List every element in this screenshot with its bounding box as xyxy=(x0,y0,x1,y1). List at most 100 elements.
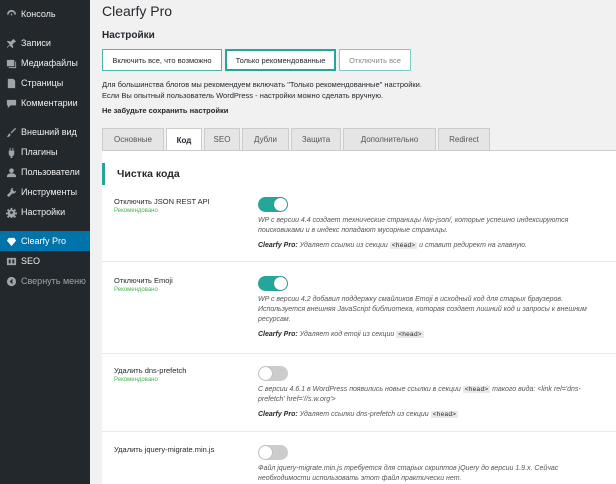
admin-sidebar: Консоль Записи Медиафайлы Страницы Комме… xyxy=(0,0,90,484)
sidebar-item-label: Медиафайлы xyxy=(21,58,78,68)
setting-label: Отключить Emoji xyxy=(114,276,173,285)
sidebar-item-label: Пользователи xyxy=(21,167,80,177)
recommended-badge: Рекомендовано xyxy=(114,377,158,383)
description-text: WP с версии 4.4 создает технические стра… xyxy=(258,217,569,234)
setting-label: Удалить jquery-migrate.min.js xyxy=(114,445,215,454)
action-text: и ставит редирект на главную. xyxy=(419,242,527,249)
settings-icon xyxy=(5,206,17,218)
brush-icon xyxy=(5,126,17,138)
sidebar-item-users[interactable]: Пользователи xyxy=(0,162,90,182)
save-reminder: Не забудьте сохранить настройки xyxy=(102,106,229,115)
toggle-knob xyxy=(259,367,272,380)
action-text: Удаляет ссылки dns-prefetch из секции xyxy=(299,411,429,418)
seo-icon xyxy=(5,255,17,267)
brand-label: Clearfy Pro: xyxy=(258,411,298,418)
sidebar-item-label: Настройки xyxy=(21,207,66,217)
plugin-icon xyxy=(5,146,17,158)
user-icon xyxy=(5,166,17,178)
code-snippet: <head> xyxy=(389,242,418,249)
setting-description: Файл jquery-migrate.min.js требуется для… xyxy=(258,464,603,484)
disable-all-button[interactable]: Отключить все xyxy=(339,49,411,71)
recommended-badge: Рекомендовано xyxy=(114,287,158,293)
enable-all-button[interactable]: Включить все, что возможно xyxy=(102,49,222,71)
action-text: Удаляет ссылки из секции xyxy=(299,242,388,249)
sidebar-item-label: Комментарии xyxy=(21,98,78,108)
clearfy-action: Clearfy Pro: Удаляет ссылки dns-prefetch… xyxy=(258,410,603,420)
note-line: Если Вы опытный пользователь WordPress -… xyxy=(102,91,384,100)
emoji-toggle[interactable] xyxy=(258,276,288,291)
note-line: Для большинства блогов мы рекомендуем вк… xyxy=(102,80,422,89)
sidebar-item-plugins[interactable]: Плагины xyxy=(0,142,90,162)
setting-label: Отключить JSON REST API xyxy=(114,197,210,206)
recommended-only-button[interactable]: Только рекомендованные xyxy=(225,49,336,71)
recommended-badge: Рекомендовано xyxy=(114,208,158,214)
sidebar-item-label: Страницы xyxy=(21,78,64,88)
setting-label: Удалить dns-prefetch xyxy=(114,366,187,375)
sidebar-item-label: Clearfy Pro xyxy=(21,236,67,246)
sidebar-item-appearance[interactable]: Внешний вид xyxy=(0,122,90,142)
description-part: С версии 4.6.1 в WordPress появились нов… xyxy=(258,386,461,393)
sidebar-item-dashboard[interactable]: Консоль xyxy=(0,4,90,24)
sidebar-item-label: Инструменты xyxy=(21,187,78,197)
sidebar-item-comments[interactable]: Комментарии xyxy=(0,93,90,113)
sidebar-item-posts[interactable]: Записи xyxy=(0,33,90,53)
dns-prefetch-toggle[interactable] xyxy=(258,366,288,381)
setting-description: WP с версии 4.2 добавил поддержку смайли… xyxy=(258,295,603,345)
tab-basic[interactable]: Основные xyxy=(102,128,164,150)
setting-description: WP с версии 4.4 создает технические стра… xyxy=(258,216,603,256)
tab-duplicates[interactable]: Дубли xyxy=(242,128,289,150)
settings-note: Для большинства блогов мы рекомендуем вк… xyxy=(102,79,522,101)
sidebar-item-clearfy-pro[interactable]: Clearfy Pro xyxy=(0,231,90,251)
action-text: Удаляет код emoji из секции xyxy=(299,331,395,338)
clearfy-action: Clearfy Pro: Удаляет код emoji из секции… xyxy=(258,330,603,340)
description-text: С версии 4.6.1 в WordPress появились нов… xyxy=(258,385,603,405)
sidebar-item-label: SEO xyxy=(21,256,41,266)
code-snippet: <head> xyxy=(396,331,424,338)
row-divider xyxy=(102,431,616,432)
brand-label: Clearfy Pro: xyxy=(258,331,298,338)
description-text: WP с версии 4.2 добавил поддержку смайли… xyxy=(258,296,587,323)
sidebar-collapse-menu[interactable]: Свернуть меню xyxy=(0,271,90,291)
settings-panel: Чистка кода Отключить JSON REST API Реко… xyxy=(102,150,616,484)
settings-heading: Настройки xyxy=(102,30,155,41)
media-icon xyxy=(5,57,17,69)
sidebar-item-settings[interactable]: Настройки xyxy=(0,202,90,222)
clearfy-action: Clearfy Pro: Удаляет ссылки из секции <h… xyxy=(258,241,603,251)
brand-label: Clearfy Pro: xyxy=(258,242,298,249)
json-rest-api-toggle[interactable] xyxy=(258,197,288,212)
tab-additional[interactable]: Дополнительно xyxy=(343,128,436,150)
toggle-knob xyxy=(274,277,287,290)
row-divider xyxy=(102,353,616,354)
description-text: Файл jquery-migrate.min.js требуется для… xyxy=(258,465,559,482)
sidebar-item-label: Плагины xyxy=(21,147,58,157)
tab-protection[interactable]: Защита xyxy=(291,128,341,150)
setting-description: С версии 4.6.1 в WordPress появились нов… xyxy=(258,385,603,425)
wrench-icon xyxy=(5,186,17,198)
page-icon xyxy=(5,77,17,89)
sidebar-item-pages[interactable]: Страницы xyxy=(0,73,90,93)
main-content: Clearfy Pro Настройки Включить все, что … xyxy=(90,0,616,484)
tab-code[interactable]: Код xyxy=(166,128,202,151)
pin-icon xyxy=(5,37,17,49)
jquery-migrate-toggle[interactable] xyxy=(258,445,288,460)
sidebar-item-tools[interactable]: Инструменты xyxy=(0,182,90,202)
diamond-icon xyxy=(5,235,17,247)
tab-seo[interactable]: SEO xyxy=(204,128,240,150)
row-divider xyxy=(102,261,616,262)
sidebar-item-label: Внешний вид xyxy=(21,127,77,137)
toggle-knob xyxy=(259,446,272,459)
sidebar-item-seo[interactable]: SEO xyxy=(0,251,90,271)
page-title: Clearfy Pro xyxy=(102,3,173,19)
sidebar-item-media[interactable]: Медиафайлы xyxy=(0,53,90,73)
section-title: Чистка кода xyxy=(102,163,180,185)
settings-tabs: Основные Код SEO Дубли Защита Дополнител… xyxy=(102,128,492,151)
code-snippet: <head> xyxy=(430,411,459,418)
sidebar-item-label: Свернуть меню xyxy=(21,276,86,286)
tab-redirect[interactable]: Redirect xyxy=(438,128,490,150)
code-snippet: <head> xyxy=(462,386,491,393)
dashboard-icon xyxy=(5,8,17,20)
toggle-knob xyxy=(274,198,287,211)
comment-icon xyxy=(5,97,17,109)
sidebar-item-label: Записи xyxy=(21,38,51,48)
collapse-icon xyxy=(5,275,17,287)
